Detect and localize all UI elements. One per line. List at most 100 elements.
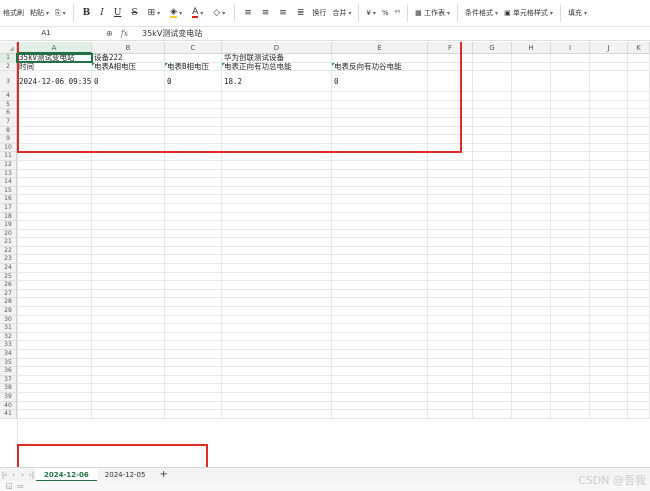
cell[interactable]: [165, 152, 222, 160]
cell[interactable]: [473, 401, 512, 410]
cell[interactable]: [17, 195, 92, 203]
add-sheet-button[interactable]: +: [153, 469, 173, 480]
cell[interactable]: [473, 350, 512, 358]
cell[interactable]: [551, 298, 590, 307]
cell[interactable]: [590, 117, 628, 126]
row-header[interactable]: 12: [0, 160, 17, 170]
status-page-icon[interactable]: ▭: [17, 482, 24, 490]
cell[interactable]: [17, 229, 92, 238]
cell[interactable]: [428, 126, 473, 135]
cell[interactable]: [512, 341, 551, 349]
cell[interactable]: [92, 212, 165, 221]
cell[interactable]: [628, 375, 650, 384]
cell[interactable]: [628, 289, 650, 298]
cell[interactable]: [512, 289, 551, 298]
cell[interactable]: [628, 384, 650, 392]
cell[interactable]: [628, 367, 650, 375]
cell[interactable]: [165, 307, 222, 315]
cell[interactable]: [332, 298, 428, 307]
row-header[interactable]: 25: [0, 272, 17, 282]
cell[interactable]: [590, 221, 628, 229]
cell[interactable]: [473, 126, 512, 135]
cell[interactable]: [551, 221, 590, 229]
cell[interactable]: [428, 324, 473, 332]
cell[interactable]: [628, 272, 650, 281]
cell[interactable]: [512, 332, 551, 341]
cell[interactable]: [17, 341, 92, 349]
cell[interactable]: [332, 401, 428, 410]
cell[interactable]: [628, 92, 650, 100]
row-header[interactable]: 15: [0, 186, 17, 196]
column-header-e[interactable]: E: [332, 42, 428, 54]
column-header-c[interactable]: C: [165, 42, 222, 54]
cell[interactable]: [332, 315, 428, 324]
cell[interactable]: [473, 392, 512, 401]
cell[interactable]: [551, 143, 590, 152]
cell[interactable]: [473, 238, 512, 246]
cell[interactable]: [590, 126, 628, 135]
cell[interactable]: [512, 384, 551, 392]
cell[interactable]: [590, 298, 628, 307]
cell[interactable]: [628, 169, 650, 178]
cell[interactable]: [512, 62, 551, 71]
cell[interactable]: [92, 238, 165, 246]
cell[interactable]: [165, 186, 222, 195]
row-header[interactable]: 7: [0, 117, 17, 127]
cell[interactable]: [222, 212, 332, 221]
cell[interactable]: [428, 178, 473, 186]
italic-button[interactable]: I: [95, 8, 109, 18]
cell[interactable]: [222, 221, 332, 229]
cell[interactable]: [590, 281, 628, 289]
cell[interactable]: [222, 367, 332, 375]
cell[interactable]: [92, 392, 165, 401]
cell[interactable]: [473, 367, 512, 375]
cell[interactable]: [551, 212, 590, 221]
cell[interactable]: [590, 255, 628, 264]
cell[interactable]: [222, 135, 332, 143]
cell[interactable]: [17, 375, 92, 384]
cell[interactable]: [332, 367, 428, 375]
cell[interactable]: [512, 160, 551, 169]
cell[interactable]: [473, 54, 512, 62]
cell[interactable]: [628, 100, 650, 109]
cell[interactable]: [17, 246, 92, 255]
zoom-icon[interactable]: ⊕: [106, 29, 113, 38]
cell[interactable]: [590, 289, 628, 298]
cell[interactable]: [473, 375, 512, 384]
row-header[interactable]: 3: [0, 71, 17, 93]
cell[interactable]: [17, 255, 92, 264]
cell[interactable]: [222, 92, 332, 100]
cell[interactable]: [428, 62, 473, 71]
cell[interactable]: [222, 298, 332, 307]
row-header[interactable]: 20: [0, 229, 17, 239]
cell[interactable]: [17, 324, 92, 332]
cell-e3[interactable]: 0: [332, 71, 428, 92]
cell[interactable]: [512, 152, 551, 160]
sheet-tab-active[interactable]: 2024-12-06: [36, 467, 97, 482]
cell-d1[interactable]: 华为创联测试设备: [222, 54, 332, 62]
cell[interactable]: [222, 392, 332, 401]
cell-a2[interactable]: 时间: [17, 62, 92, 71]
row-header[interactable]: 40: [0, 401, 17, 411]
cell[interactable]: [551, 229, 590, 238]
cell[interactable]: [473, 315, 512, 324]
cell[interactable]: [332, 341, 428, 349]
cell[interactable]: [17, 143, 92, 152]
cell[interactable]: [590, 160, 628, 169]
cell[interactable]: [92, 195, 165, 203]
cell[interactable]: [551, 332, 590, 341]
cell[interactable]: [590, 367, 628, 375]
cell[interactable]: [428, 358, 473, 367]
cell[interactable]: [628, 71, 650, 92]
column-header-g[interactable]: G: [473, 42, 512, 54]
clear-button[interactable]: ◇ ▾: [208, 8, 230, 18]
cell[interactable]: [428, 289, 473, 298]
cell[interactable]: [473, 264, 512, 272]
cell[interactable]: [222, 272, 332, 281]
cell[interactable]: [165, 384, 222, 392]
cell[interactable]: [428, 367, 473, 375]
cell[interactable]: [222, 238, 332, 246]
row-header[interactable]: 14: [0, 178, 17, 187]
cell[interactable]: [512, 375, 551, 384]
cell[interactable]: [628, 264, 650, 272]
